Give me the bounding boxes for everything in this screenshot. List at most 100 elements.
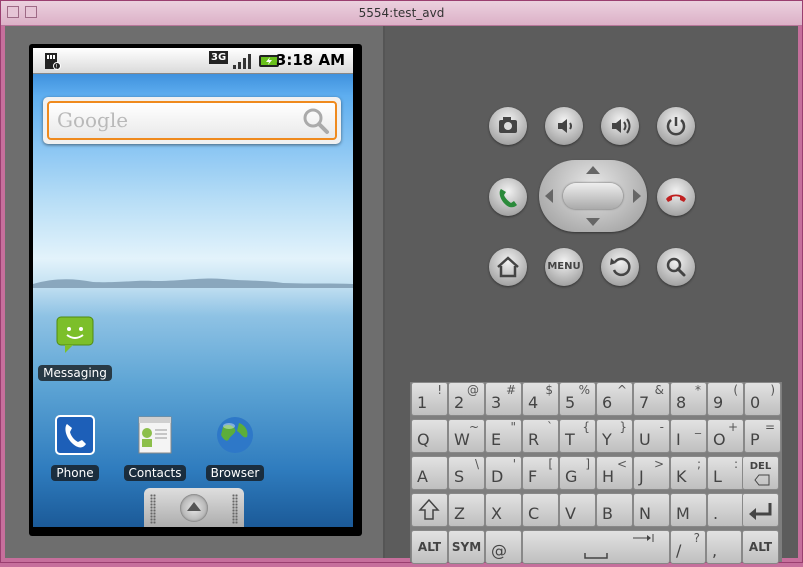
key-e[interactable]: E " xyxy=(485,419,522,453)
sym-key[interactable]: SYM xyxy=(448,530,485,564)
key-z[interactable]: Z xyxy=(448,493,485,527)
key-f[interactable]: F[ xyxy=(522,456,559,490)
key-2[interactable]: 2 @ xyxy=(448,382,485,416)
device-display[interactable]: ! 3G 3:18 AM Google Messaging Phone Cont… xyxy=(33,48,353,527)
key-a[interactable]: A xyxy=(411,456,448,490)
key-main-label: Q xyxy=(417,430,430,449)
key-b[interactable]: B xyxy=(596,493,633,527)
key-l[interactable]: L: xyxy=(707,456,744,490)
space-key[interactable] xyxy=(522,530,670,564)
alt-right-key[interactable]: ALT xyxy=(742,530,779,564)
space-tab-icon xyxy=(584,534,654,559)
app-browser[interactable]: Browser xyxy=(195,413,275,481)
key-n[interactable]: N xyxy=(633,493,670,527)
key-k[interactable]: K; xyxy=(670,456,707,490)
alt-label: ALT xyxy=(417,540,442,554)
enter-key[interactable] xyxy=(742,493,779,527)
key-main-label: 0 xyxy=(750,393,761,412)
key-6[interactable]: 6 ^ xyxy=(596,382,633,416)
key-alt-label: ) xyxy=(770,383,775,397)
key-r[interactable]: R ` xyxy=(522,419,559,453)
key-c[interactable]: C xyxy=(522,493,559,527)
key-t[interactable]: T{ xyxy=(559,419,596,453)
key-alt-label: ! xyxy=(437,383,442,397)
search-button[interactable] xyxy=(657,248,695,286)
key-alt-label: > xyxy=(653,457,664,471)
search-icon[interactable] xyxy=(301,106,331,140)
app-contacts[interactable]: Contacts xyxy=(115,413,195,481)
key-w[interactable]: W ~ xyxy=(448,419,485,453)
key-alt-label: { xyxy=(582,420,590,434)
key-j[interactable]: J > xyxy=(633,456,670,490)
status-bar[interactable]: ! 3G 3:18 AM xyxy=(33,48,353,74)
slash-key[interactable]: /? xyxy=(670,530,706,564)
key-7[interactable]: 7 & xyxy=(633,382,670,416)
key-main-label: L xyxy=(713,467,722,486)
at-key[interactable]: @ xyxy=(485,530,522,564)
key-main-label: E xyxy=(491,430,502,449)
app-phone[interactable]: Phone xyxy=(35,413,115,481)
home-button[interactable] xyxy=(489,248,527,286)
key-main-label: 8 xyxy=(676,393,687,412)
shift-key[interactable] xyxy=(411,493,448,527)
key-x[interactable]: X xyxy=(485,493,522,527)
key-alt-label: + xyxy=(727,420,738,434)
key-main-label: C xyxy=(528,504,540,523)
key-9[interactable]: 9( xyxy=(707,382,744,416)
key-alt-label: % xyxy=(578,383,590,397)
key-q[interactable]: Q xyxy=(411,419,448,453)
key-1[interactable]: 1! xyxy=(411,382,448,416)
call-button[interactable] xyxy=(489,178,527,216)
menu-button[interactable]: MENU xyxy=(545,248,583,286)
app-drawer-handle[interactable] xyxy=(144,488,244,527)
del-key[interactable]: DEL xyxy=(742,456,779,490)
contacts-icon xyxy=(138,416,172,454)
key-alt-label: # xyxy=(505,383,516,397)
google-search-widget[interactable]: Google xyxy=(43,97,341,144)
sd-card-icon: ! xyxy=(43,52,61,74)
key-i[interactable]: I _ xyxy=(670,419,707,453)
shift-icon xyxy=(418,498,440,520)
key-0[interactable]: 0) xyxy=(744,382,781,416)
key-main-label: G xyxy=(565,467,578,486)
dpad[interactable] xyxy=(539,160,647,232)
key-v[interactable]: V xyxy=(559,493,596,527)
volume-down-button[interactable] xyxy=(545,107,583,145)
key-.[interactable]: . xyxy=(707,493,744,527)
key-m[interactable]: M xyxy=(670,493,707,527)
key-alt-label: * xyxy=(695,383,701,397)
key-h[interactable]: H < xyxy=(596,456,633,490)
key-alt-label: - xyxy=(659,420,664,434)
search-box[interactable]: Google xyxy=(47,101,337,140)
volume-down-icon xyxy=(558,119,572,133)
app-messaging[interactable]: Messaging xyxy=(35,313,115,381)
key-y[interactable]: Y} xyxy=(596,419,633,453)
alt-left-key[interactable]: ALT xyxy=(411,530,448,564)
key-8[interactable]: 8 * xyxy=(670,382,707,416)
dpad-center-button[interactable] xyxy=(563,183,623,209)
key-g[interactable]: G] xyxy=(559,456,596,490)
volume-up-button[interactable] xyxy=(601,107,639,145)
question-label: ? xyxy=(693,531,700,545)
key-alt-label: @ xyxy=(467,383,479,397)
key-p[interactable]: P = xyxy=(744,419,781,453)
comma-key[interactable]: , xyxy=(706,530,742,564)
key-3[interactable]: 3 # xyxy=(485,382,522,416)
emulator-window: 5554:test_avd ! 3G 3:18 AM Google Messag… xyxy=(0,0,803,564)
power-button[interactable] xyxy=(657,107,695,145)
key-o[interactable]: O + xyxy=(707,419,744,453)
hardware-keyboard: 1! 2 @3 #4 $5% 6 ^ 7 & 8 * 9(0) Q W ~ E " R ` T{Y} U - I _ O + P =… xyxy=(410,382,782,564)
alt-label: ALT xyxy=(748,540,773,554)
key-5[interactable]: 5% xyxy=(559,382,596,416)
key-4[interactable]: 4 $ xyxy=(522,382,559,416)
back-button[interactable] xyxy=(601,248,639,286)
key-main-label: K xyxy=(676,467,687,486)
key-main-label: Z xyxy=(454,504,465,523)
key-main-label: M xyxy=(676,504,690,523)
camera-button[interactable] xyxy=(489,107,527,145)
end-call-button[interactable] xyxy=(657,178,695,216)
key-d[interactable]: D ' xyxy=(485,456,522,490)
key-u[interactable]: U- xyxy=(633,419,670,453)
key-s[interactable]: S \ xyxy=(448,456,485,490)
key-main-label: 6 xyxy=(602,393,613,412)
